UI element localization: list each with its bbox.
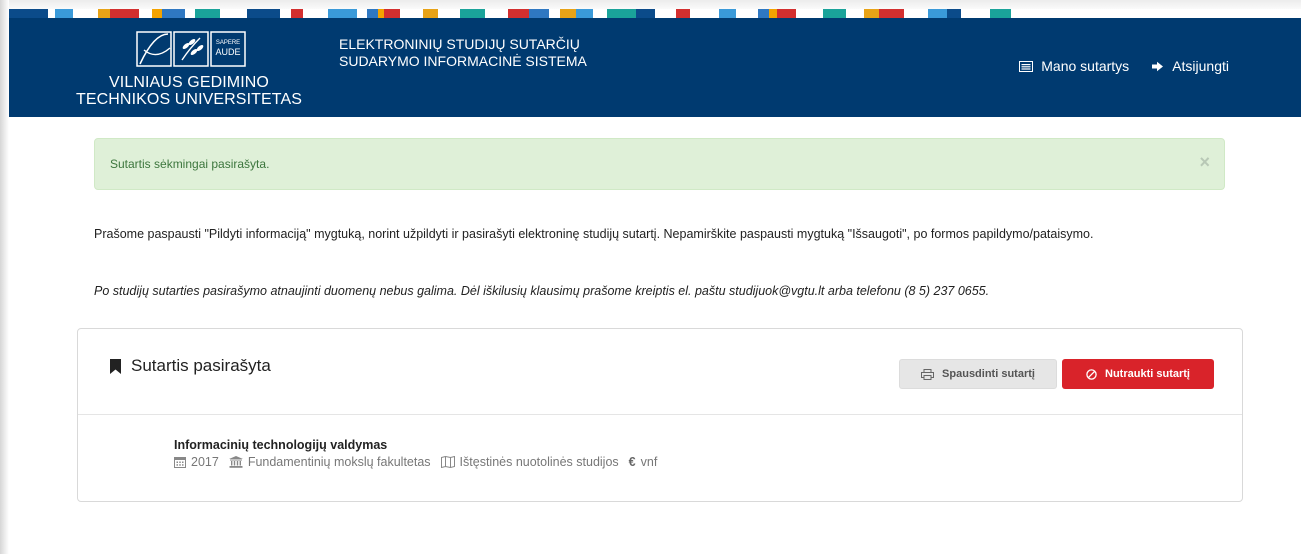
contract-panel-header: Sutartis pasirašyta Spausdinti sutartį N… bbox=[78, 329, 1242, 415]
study-faculty: Fundamentinių mokslų fakultetas bbox=[228, 455, 431, 469]
institution-icon bbox=[228, 456, 243, 468]
study-year: 2017 bbox=[174, 455, 219, 469]
panel-title: Sutartis pasirašyta bbox=[110, 356, 271, 376]
vgtu-emblem-icon: SAPERE AUDE bbox=[136, 31, 246, 67]
motto-top: SAPERE bbox=[216, 40, 240, 46]
cancel-button-label: Nutraukti sutartį bbox=[1105, 368, 1190, 380]
euro-icon: € bbox=[628, 455, 636, 469]
bookmark-icon bbox=[110, 358, 121, 374]
study-program-name: Informacinių technologijų valdymas bbox=[174, 438, 388, 452]
motto-bottom: AUDE bbox=[215, 47, 240, 57]
print-contract-button[interactable]: Spausdinti sutartį bbox=[899, 359, 1057, 389]
study-funding: € vnf bbox=[629, 455, 658, 469]
system-title-line1: ELEKTRONINIŲ STUDIJŲ SUTARČIŲ bbox=[339, 36, 580, 52]
study-program-meta: 2017 Fundamentinių mokslų fakultetas Išt… bbox=[174, 455, 667, 469]
calendar-icon bbox=[174, 457, 186, 468]
logout-icon bbox=[1152, 61, 1164, 71]
contract-panel: Sutartis pasirašyta Spausdinti sutartį N… bbox=[77, 328, 1243, 502]
system-title: ELEKTRONINIŲ STUDIJŲ SUTARČIŲ SUDARYMO I… bbox=[339, 36, 587, 70]
map-icon bbox=[440, 456, 455, 468]
alert-message: Sutartis sėkmingai pasirašyta. bbox=[110, 157, 270, 171]
instructions-text: Prašome paspausti "Pildyti informaciją" … bbox=[94, 227, 1094, 241]
nav-links: Mano sutartys Atsijungti bbox=[1019, 58, 1229, 74]
study-mode-value: Ištęstinės nuotolinės studijos bbox=[459, 455, 619, 469]
decorative-color-stripe bbox=[9, 9, 1301, 18]
success-alert: Sutartis sėkmingai pasirašyta. × bbox=[94, 138, 1225, 190]
system-title-line2: SUDARYMO INFORMACINĖ SISTEMA bbox=[339, 53, 587, 69]
nav-logout-link[interactable]: Atsijungti bbox=[1151, 58, 1229, 74]
ban-icon bbox=[1086, 368, 1097, 380]
cancel-contract-button[interactable]: Nutraukti sutartį bbox=[1062, 359, 1214, 389]
top-navbar: SAPERE AUDE VILNIAUS GEDIMINO TECHNIKOS … bbox=[9, 18, 1301, 117]
page: SAPERE AUDE VILNIAUS GEDIMINO TECHNIKOS … bbox=[0, 0, 1301, 554]
university-logo[interactable]: SAPERE AUDE VILNIAUS GEDIMINO TECHNIKOS … bbox=[69, 28, 309, 114]
university-name-line2: TECHNIKOS UNIVERSITETAS bbox=[75, 91, 303, 108]
panel-title-text: Sutartis pasirašyta bbox=[131, 356, 271, 375]
study-year-value: 2017 bbox=[191, 455, 219, 469]
print-button-label: Spausdinti sutartį bbox=[942, 368, 1035, 380]
contact-note-text: Po studijų sutarties pasirašymo atnaujin… bbox=[94, 284, 990, 298]
study-funding-value: vnf bbox=[640, 455, 658, 469]
study-program-item: Informacinių technologijų valdymas 2017 bbox=[174, 438, 667, 469]
nav-my-contracts-link[interactable]: Mano sutartys bbox=[1019, 58, 1129, 74]
close-icon[interactable]: × bbox=[1199, 153, 1210, 171]
nav-logout-label: Atsijungti bbox=[1172, 58, 1229, 74]
nav-my-contracts-label: Mano sutartys bbox=[1041, 58, 1130, 74]
printer-icon bbox=[921, 368, 935, 380]
university-name-line1: VILNIAUS GEDIMINO bbox=[109, 74, 269, 91]
study-faculty-value: Fundamentinių mokslų fakultetas bbox=[247, 455, 431, 469]
list-icon bbox=[1019, 60, 1034, 72]
study-mode: Ištęstinės nuotolinės studijos bbox=[440, 455, 619, 469]
